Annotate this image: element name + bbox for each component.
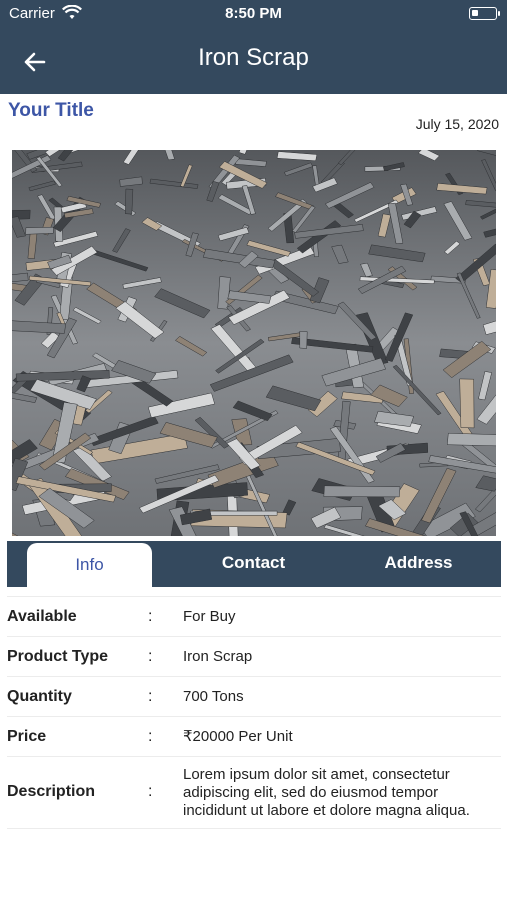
detail-colon: : [148, 688, 153, 705]
detail-label: Quantity [7, 688, 72, 705]
detail-value: 700 Tons [183, 688, 244, 705]
scrap-texture-shard [447, 432, 496, 447]
scrap-texture-shard [299, 330, 308, 349]
scrap-texture-shard [323, 485, 401, 498]
detail-row-quantity: Quantity : 700 Tons [7, 677, 501, 717]
detail-row-product-type: Product Type : Iron Scrap [7, 637, 501, 677]
detail-colon: : [148, 728, 153, 745]
detail-colon: : [148, 608, 153, 625]
product-photo [12, 150, 496, 536]
detail-label: Available [7, 608, 77, 625]
status-time: 8:50 PM [225, 5, 282, 22]
detail-colon: : [148, 783, 153, 800]
battery-icon [469, 7, 500, 20]
status-bar: Carrier 8:50 PM [0, 0, 507, 30]
detail-value: Lorem ipsum dolor sit amet, consectetur … [183, 766, 470, 819]
tab-contact[interactable]: Contact [177, 541, 330, 587]
scrap-texture-shard [25, 226, 54, 235]
post-date: July 15, 2020 [415, 116, 499, 132]
scrap-texture-shard [125, 188, 134, 215]
detail-value: Iron Scrap [183, 648, 253, 665]
page-title: Iron Scrap [198, 44, 309, 71]
detail-value: ₹20000 Per Unit [183, 728, 293, 745]
tab-bar: Info Contact Address [7, 541, 501, 587]
detail-label: Price [7, 728, 47, 745]
scrap-texture-shard [459, 378, 475, 429]
tab-address[interactable]: Address [342, 541, 495, 587]
detail-label: Description [7, 783, 96, 800]
detail-label: Product Type [7, 648, 109, 665]
nav-bar: Iron Scrap [0, 30, 507, 94]
detail-row-price: Price : ₹20000 Per Unit [7, 717, 501, 757]
detail-row-available: Available : For Buy [7, 596, 501, 637]
detail-colon: : [148, 648, 153, 665]
detail-value: For Buy [183, 608, 236, 625]
post-title: Your Title [8, 100, 94, 121]
detail-row-description: Description : Lorem ipsum dolor sit amet… [7, 757, 501, 829]
info-table: Available : For Buy Product Type : Iron … [7, 596, 501, 829]
tab-info[interactable]: Info [27, 543, 152, 587]
